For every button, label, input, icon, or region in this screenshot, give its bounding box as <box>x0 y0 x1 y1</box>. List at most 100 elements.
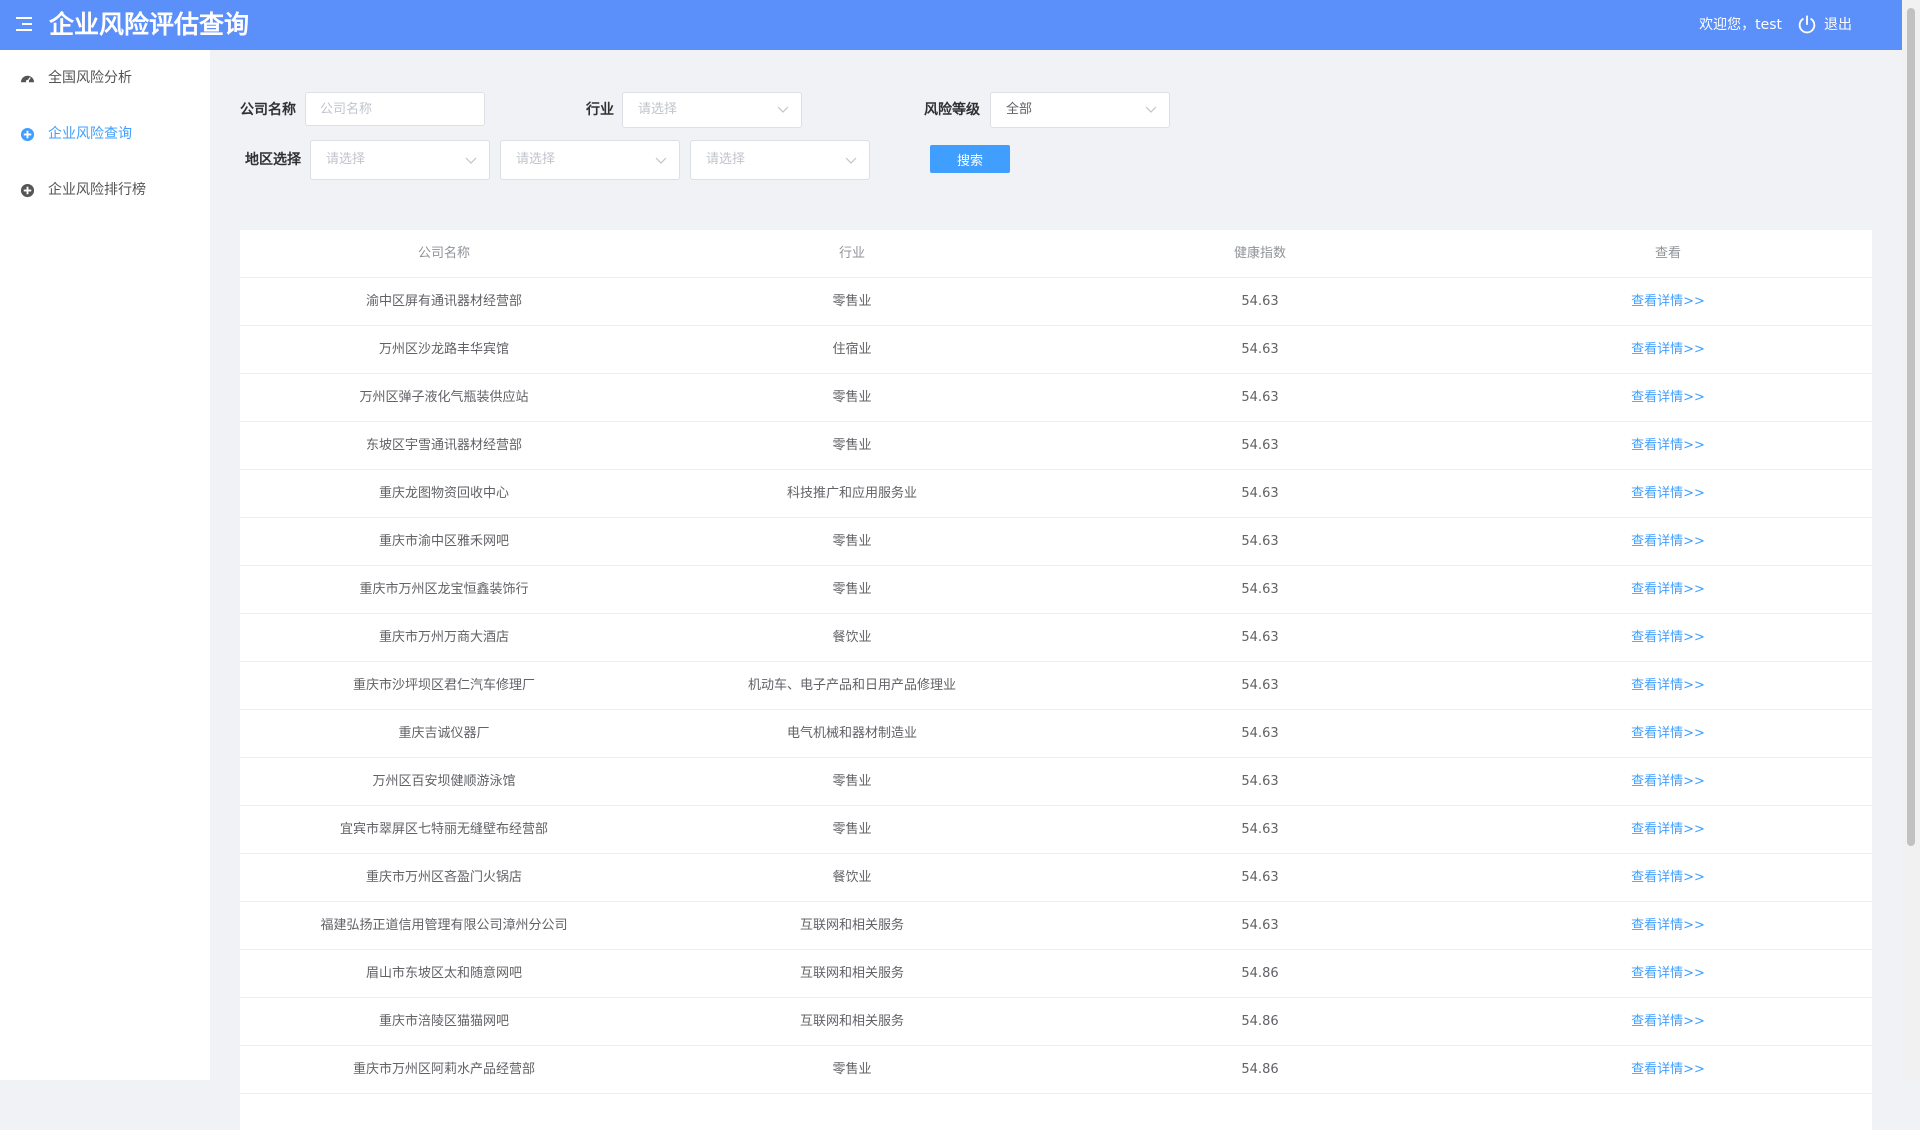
view-cell: 查看详情>> <box>1464 518 1872 565</box>
welcome-text: 欢迎您，test <box>1699 17 1782 33</box>
industry-cell: 餐饮业 <box>832 870 872 885</box>
table-header-row: 公司名称 行业 健康指数 查看 <box>240 230 1872 278</box>
company-cell: 宜宾市翠屏区七特丽无缝壁布经营部 <box>339 822 548 837</box>
chevron-down-icon <box>777 106 789 113</box>
page-scrollbar[interactable] <box>1902 0 1920 1080</box>
table-row: 宜宾市翠屏区七特丽无缝壁布经营部 零售业 54.63 查看详情>> <box>240 806 1872 854</box>
region-district-select[interactable]: 请选择 <box>690 140 870 180</box>
company-cell: 万州区弹子液化气瓶装供应站 <box>359 390 529 405</box>
sidebar-item-label: 全国风险分析 <box>48 70 132 86</box>
company-cell: 福建弘扬正道信用管理有限公司漳州分公司 <box>320 918 568 933</box>
risk-level-select[interactable]: 全部 <box>990 92 1170 128</box>
app-title: 企业风险评估查询 <box>49 10 250 39</box>
view-details-link[interactable]: 查看详情>> <box>1631 294 1705 309</box>
sidebar-item-enterprise-risk-ranking[interactable]: 企业风险排行榜 <box>0 162 210 218</box>
industry-cell: 零售业 <box>832 294 872 309</box>
column-header-view: 查看 <box>1654 246 1681 261</box>
main-content: 公司名称 行业 请选择 风险等级 全部 地区选择 请选择 请选择 请选择 搜索 … <box>210 50 1902 1130</box>
menu-fold-icon[interactable] <box>16 15 34 35</box>
sidebar-item-enterprise-risk-query[interactable]: 企业风险查询 <box>0 106 210 162</box>
company-cell: 重庆市沙坪坝区君仁汽车修理厂 <box>352 678 535 693</box>
view-details-link[interactable]: 查看详情>> <box>1631 822 1705 837</box>
health-index-cell: 54.63 <box>1241 822 1279 837</box>
table-row: 重庆市万州区阿莉水产品经营部 零售业 54.86 查看详情>> <box>240 1046 1872 1094</box>
view-cell: 查看详情>> <box>1464 470 1872 517</box>
health-index-cell: 54.63 <box>1241 438 1279 453</box>
company-cell: 重庆市渝中区雅禾网吧 <box>378 534 509 549</box>
table-row: 重庆吉诚仪器厂 电气机械和器材制造业 54.63 查看详情>> <box>240 710 1872 758</box>
plus-circle-icon <box>20 183 35 198</box>
sidebar-item-label: 企业风险查询 <box>48 126 132 142</box>
view-cell: 查看详情>> <box>1464 758 1872 805</box>
view-details-link[interactable]: 查看详情>> <box>1631 630 1705 645</box>
view-cell: 查看详情>> <box>1464 806 1872 853</box>
view-details-link[interactable]: 查看详情>> <box>1631 726 1705 741</box>
view-cell: 查看详情>> <box>1464 662 1872 709</box>
industry-cell: 机动车、电子产品和日用产品修理业 <box>747 678 956 693</box>
health-index-cell: 54.86 <box>1241 1014 1279 1029</box>
view-details-link[interactable]: 查看详情>> <box>1631 534 1705 549</box>
view-details-link[interactable]: 查看详情>> <box>1631 966 1705 981</box>
industry-select[interactable]: 请选择 <box>622 92 802 128</box>
scrollbar-thumb[interactable] <box>1907 8 1915 846</box>
view-details-link[interactable]: 查看详情>> <box>1631 438 1705 453</box>
view-details-link[interactable]: 查看详情>> <box>1631 870 1705 885</box>
health-index-cell: 54.63 <box>1241 582 1279 597</box>
company-cell: 重庆市万州区吝盈门火锅店 <box>365 870 522 885</box>
table-row: 万州区弹子液化气瓶装供应站 零售业 54.63 查看详情>> <box>240 374 1872 422</box>
company-cell: 万州区百安坝健顺游泳馆 <box>372 774 516 789</box>
column-header-health-index: 健康指数 <box>1233 246 1286 261</box>
chevron-down-icon <box>655 157 667 164</box>
region-city-select[interactable]: 请选择 <box>500 140 680 180</box>
company-cell: 重庆吉诚仪器厂 <box>398 726 490 741</box>
industry-cell: 零售业 <box>832 390 872 405</box>
column-header-industry: 行业 <box>838 246 865 261</box>
industry-cell: 零售业 <box>832 774 872 789</box>
region-district-value: 请选择 <box>706 152 746 167</box>
health-index-cell: 54.63 <box>1241 630 1279 645</box>
view-cell: 查看详情>> <box>1464 998 1872 1045</box>
industry-cell: 互联网和相关服务 <box>799 918 904 933</box>
sidebar-item-national-risk-analysis[interactable]: 全国风险分析 <box>0 50 210 106</box>
view-cell: 查看详情>> <box>1464 566 1872 613</box>
industry-cell: 住宿业 <box>832 342 872 357</box>
table-row: 重庆市万州区龙宝恒鑫装饰行 零售业 54.63 查看详情>> <box>240 566 1872 614</box>
view-cell: 查看详情>> <box>1464 950 1872 997</box>
table-row: 眉山市东坡区太和随意网吧 互联网和相关服务 54.86 查看详情>> <box>240 950 1872 998</box>
view-cell: 查看详情>> <box>1464 1046 1872 1093</box>
view-details-link[interactable]: 查看详情>> <box>1631 774 1705 789</box>
view-details-link[interactable]: 查看详情>> <box>1631 918 1705 933</box>
company-cell: 渝中区屏有通讯器材经营部 <box>365 294 522 309</box>
industry-cell: 零售业 <box>832 582 872 597</box>
health-index-cell: 54.63 <box>1241 486 1279 501</box>
industry-cell: 互联网和相关服务 <box>799 1014 904 1029</box>
view-details-link[interactable]: 查看详情>> <box>1631 582 1705 597</box>
view-details-link[interactable]: 查看详情>> <box>1631 1014 1705 1029</box>
table-row: 渝中区屏有通讯器材经营部 零售业 54.63 查看详情>> <box>240 278 1872 326</box>
view-details-link[interactable]: 查看详情>> <box>1631 342 1705 357</box>
column-header-company: 公司名称 <box>417 246 470 261</box>
company-cell: 重庆龙图物资回收中心 <box>378 486 509 501</box>
sidebar: 全国风险分析 企业风险查询 企业风险排行榜 <box>0 50 210 1080</box>
table-row: 重庆龙图物资回收中心 科技推广和应用服务业 54.63 查看详情>> <box>240 470 1872 518</box>
company-cell: 重庆市万州万商大酒店 <box>378 630 509 645</box>
view-details-link[interactable]: 查看详情>> <box>1631 486 1705 501</box>
view-details-link[interactable]: 查看详情>> <box>1631 390 1705 405</box>
health-index-cell: 54.63 <box>1241 918 1279 933</box>
view-details-link[interactable]: 查看详情>> <box>1631 678 1705 693</box>
company-cell: 东坡区宇雪通讯器材经营部 <box>365 438 522 453</box>
logout-link[interactable]: 退出 <box>1824 14 1852 36</box>
view-cell: 查看详情>> <box>1464 374 1872 421</box>
table-row: 东坡区宇雪通讯器材经营部 零售业 54.63 查看详情>> <box>240 422 1872 470</box>
chevron-down-icon <box>1145 106 1157 113</box>
industry-cell: 零售业 <box>832 438 872 453</box>
view-details-link[interactable]: 查看详情>> <box>1631 1062 1705 1077</box>
user-area: 欢迎您，test 退出 <box>1699 14 1852 36</box>
power-icon[interactable] <box>1796 14 1818 36</box>
table-row: 万州区百安坝健顺游泳馆 零售业 54.63 查看详情>> <box>240 758 1872 806</box>
company-name-input[interactable] <box>305 92 485 126</box>
sidebar-item-label: 企业风险排行榜 <box>48 182 146 198</box>
region-province-select[interactable]: 请选择 <box>310 140 490 180</box>
health-index-cell: 54.63 <box>1241 534 1279 549</box>
search-button[interactable]: 搜索 <box>930 145 1010 173</box>
